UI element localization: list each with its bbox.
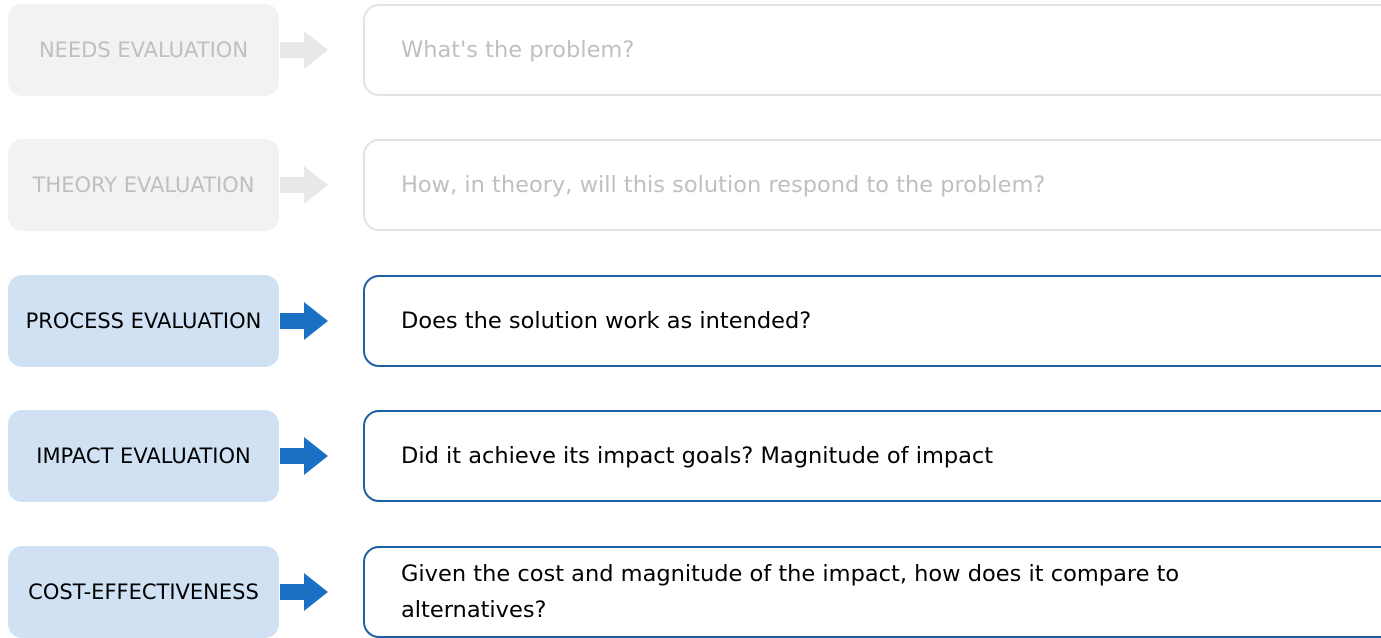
row-process-evaluation: PROCESS EVALUATION Does the solution wor… [0,275,1381,367]
stage-box-theory-evaluation: THEORY EVALUATION [8,139,279,231]
arrow-right-icon [280,166,328,204]
question-text: Does the solution work as intended? [401,308,812,334]
question-text: What's the problem? [401,37,635,63]
stage-box-needs-evaluation: NEEDS EVALUATION [8,4,279,96]
row-cost-effectiveness: COST-EFFECTIVENESS Given the cost and ma… [0,546,1381,638]
question-text: Did it achieve its impact goals? Magnitu… [401,443,994,469]
question-text: Given the cost and magnitude of the impa… [401,561,1180,623]
arrow-right-icon [280,31,328,69]
stage-box-process-evaluation: PROCESS EVALUATION [8,275,279,367]
question-box-theory-evaluation: How, in theory, will this solution respo… [363,139,1381,231]
stage-box-cost-effectiveness: COST-EFFECTIVENESS [8,546,279,638]
arrow-right-icon [280,573,328,611]
question-box-impact-evaluation: Did it achieve its impact goals? Magnitu… [363,410,1381,502]
arrow-right-icon [280,437,328,475]
row-impact-evaluation: IMPACT EVALUATION Did it achieve its imp… [0,410,1381,502]
question-text: How, in theory, will this solution respo… [401,172,1046,198]
question-box-needs-evaluation: What's the problem? [363,4,1381,96]
row-needs-evaluation: NEEDS EVALUATION What's the problem? [0,4,1381,96]
question-box-cost-effectiveness: Given the cost and magnitude of the impa… [363,546,1381,638]
arrow-right-icon [280,302,328,340]
stage-box-impact-evaluation: IMPACT EVALUATION [8,410,279,502]
row-theory-evaluation: THEORY EVALUATION How, in theory, will t… [0,139,1381,231]
question-box-process-evaluation: Does the solution work as intended? [363,275,1381,367]
